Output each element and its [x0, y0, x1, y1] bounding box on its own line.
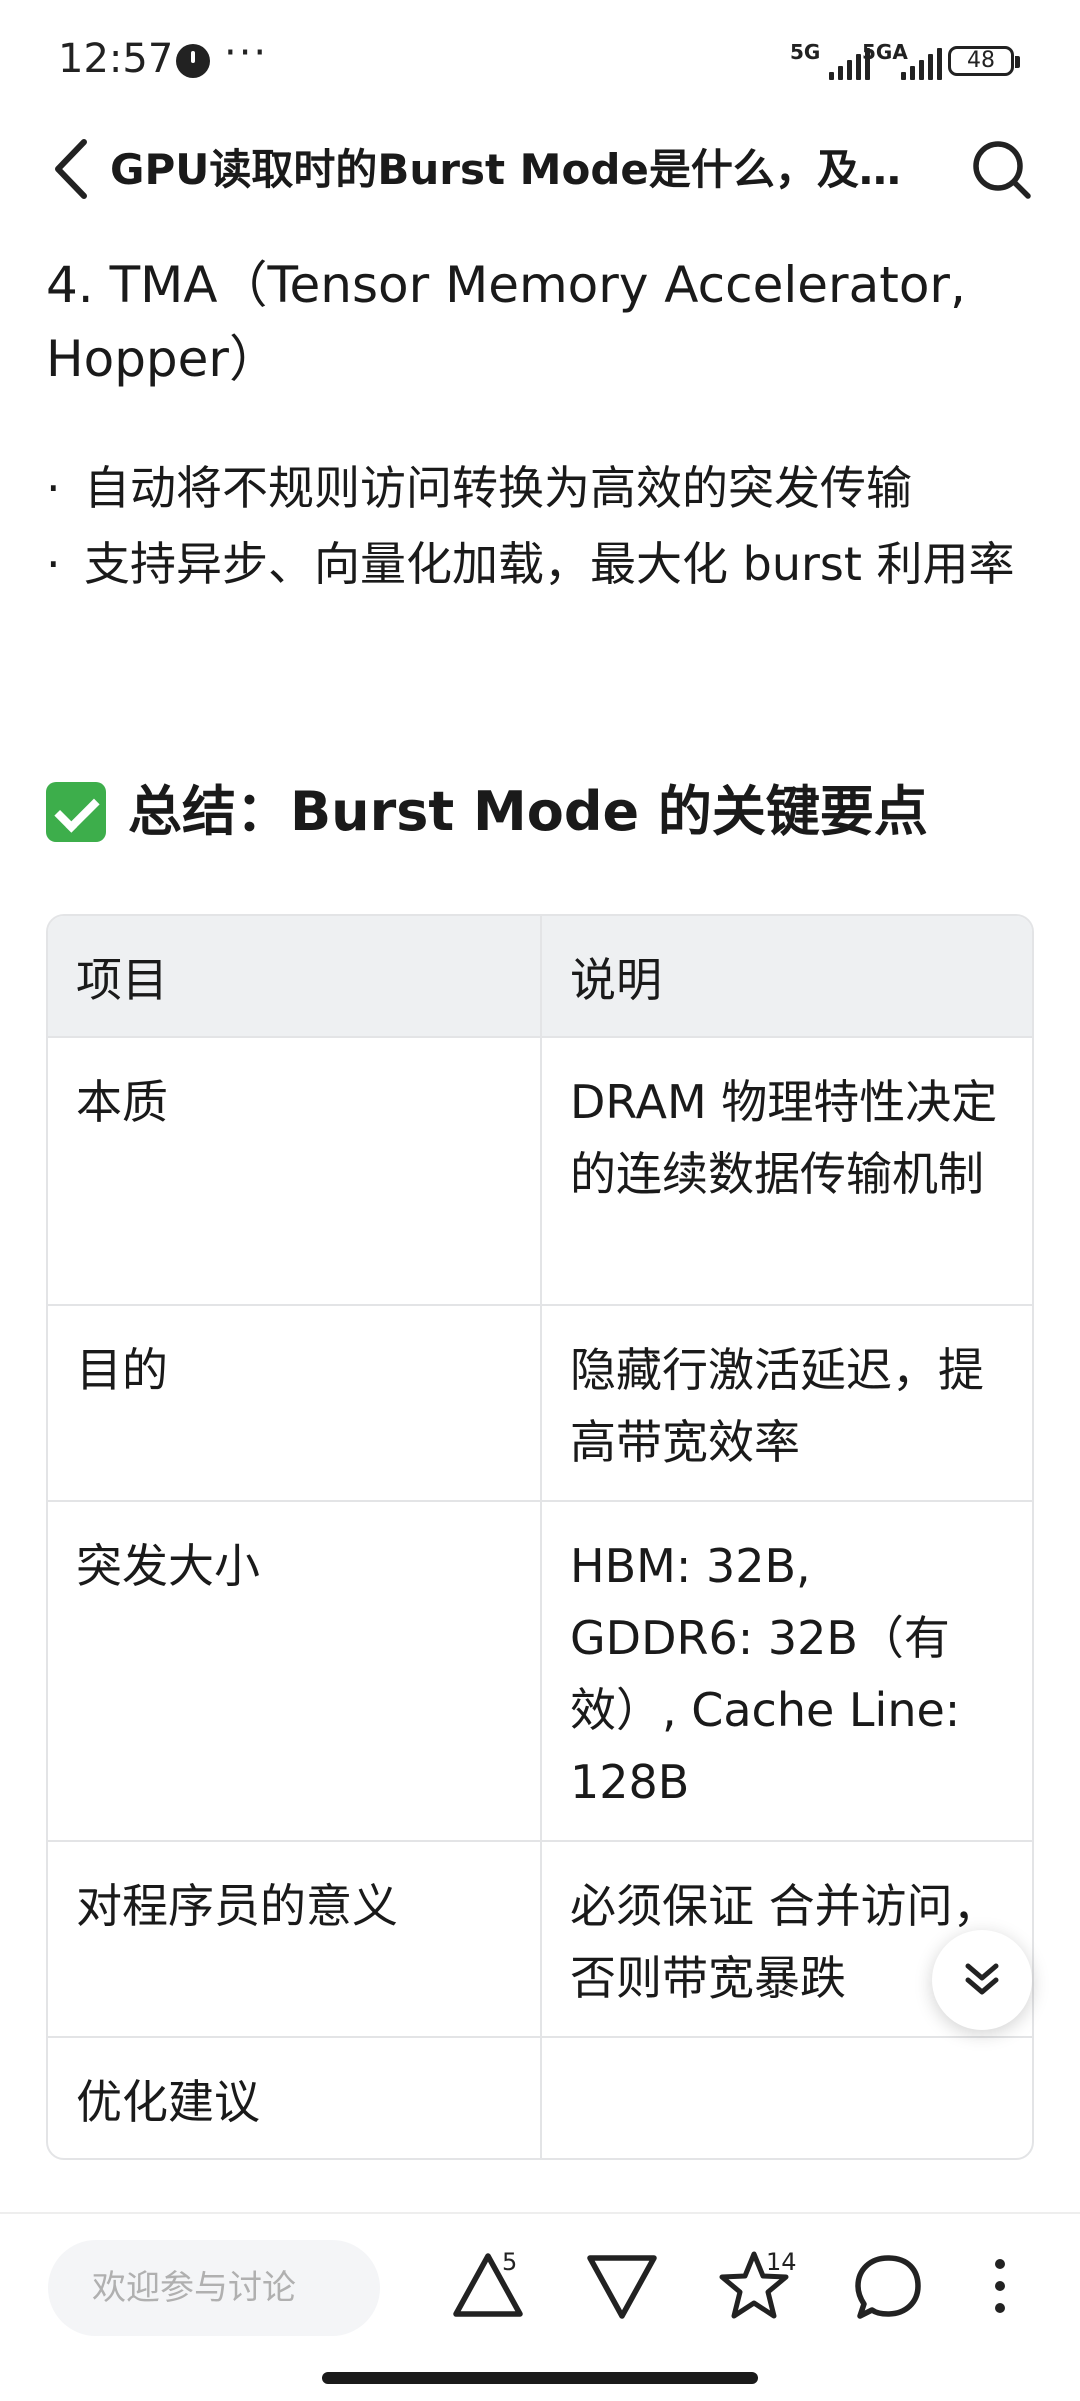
- table-cell-desc: 隐藏行激活延迟，提高带宽效率: [540, 1306, 1032, 1500]
- status-time: 12:57: [58, 36, 174, 82]
- table-header-cell: 说明: [540, 916, 1032, 1036]
- table-cell-item: 突发大小: [76, 1539, 260, 1593]
- back-arrow-icon[interactable]: [44, 136, 104, 202]
- summary-heading: 总结：Burst Mode 的关键要点: [46, 772, 1046, 852]
- table-cell-item: 目的: [76, 1343, 168, 1397]
- table-cell-item: 对程序员的意义: [76, 1879, 398, 1933]
- list-item: 支持异步、向量化加载，最大化 burst 利用率: [46, 526, 1046, 602]
- check-mark-icon: [46, 782, 106, 842]
- bottom-action-bar: 5 14: [0, 2212, 1080, 2354]
- signal-5ga-icon: 5GA: [862, 40, 942, 80]
- comments-button[interactable]: [848, 2246, 928, 2326]
- top-nav: GPU读取时的Burst Mode是什么，及其...: [0, 120, 1080, 220]
- clock-indicator-icon: [176, 44, 210, 78]
- signal-label: 5G: [790, 40, 821, 64]
- table-cell-desc: HBM: 32B, GDDR6: 32B（有效）, Cache Line: 12…: [540, 1502, 1032, 1840]
- table-header-row: 项目 说明: [48, 916, 1032, 1036]
- battery-icon: 48: [948, 46, 1020, 76]
- table-row: 目的 隐藏行激活延迟，提高带宽效率: [48, 1304, 1032, 1500]
- list-item: 自动将不规则访问转换为高效的突发传输: [46, 450, 1046, 526]
- signal-5g-icon: 5G: [790, 40, 870, 80]
- search-icon[interactable]: [970, 138, 1034, 202]
- scroll-to-bottom-button[interactable]: [932, 1930, 1032, 2030]
- table-row: 对程序员的意义 必须保证 合并访问，否则带宽暴跌: [48, 1840, 1032, 2036]
- favorite-count: 14: [766, 2248, 797, 2276]
- tma-bullet-list: 自动将不规则访问转换为高效的突发传输 支持异步、向量化加载，最大化 burst …: [46, 450, 1046, 602]
- table-row: 本质 DRAM 物理特性决定的连续数据传输机制: [48, 1036, 1032, 1304]
- upvote-count: 5: [502, 2248, 518, 2276]
- downvote-button[interactable]: [582, 2246, 662, 2326]
- table-row: 突发大小 HBM: 32B, GDDR6: 32B（有效）, Cache Lin…: [48, 1500, 1032, 1840]
- page-title: GPU读取时的Burst Mode是什么，及其...: [110, 145, 920, 194]
- table-cell-desc: DRAM 物理特性决定的连续数据传输机制: [540, 1038, 1032, 1304]
- table-header-cell: 项目: [76, 953, 168, 1007]
- more-vertical-icon: [995, 2259, 1005, 2313]
- comment-input[interactable]: [48, 2240, 380, 2336]
- table-cell-item: 优化建议: [76, 2075, 260, 2129]
- comment-bubble-icon: [855, 2255, 921, 2319]
- table-row: 优化建议: [48, 2036, 1032, 2158]
- table-cell-item: 本质: [76, 1075, 168, 1129]
- downvote-triangle-icon: [587, 2255, 657, 2319]
- section-heading-tma: 4. TMA（Tensor Memory Accelerator, Hopper…: [46, 256, 966, 388]
- table-cell-desc: [540, 2038, 1032, 2158]
- more-options-button[interactable]: [980, 2246, 1020, 2326]
- status-more-icon: ···: [224, 30, 269, 76]
- summary-title: 总结：Burst Mode 的关键要点: [128, 780, 928, 843]
- home-indicator[interactable]: [322, 2372, 758, 2384]
- status-bar: 12:57 ··· 5G 5GA 48: [0, 0, 1080, 120]
- double-chevron-down-icon: [965, 1963, 999, 1995]
- summary-table: 项目 说明 本质 DRAM 物理特性决定的连续数据传输机制 目的 隐藏行激活延迟…: [46, 914, 1034, 2160]
